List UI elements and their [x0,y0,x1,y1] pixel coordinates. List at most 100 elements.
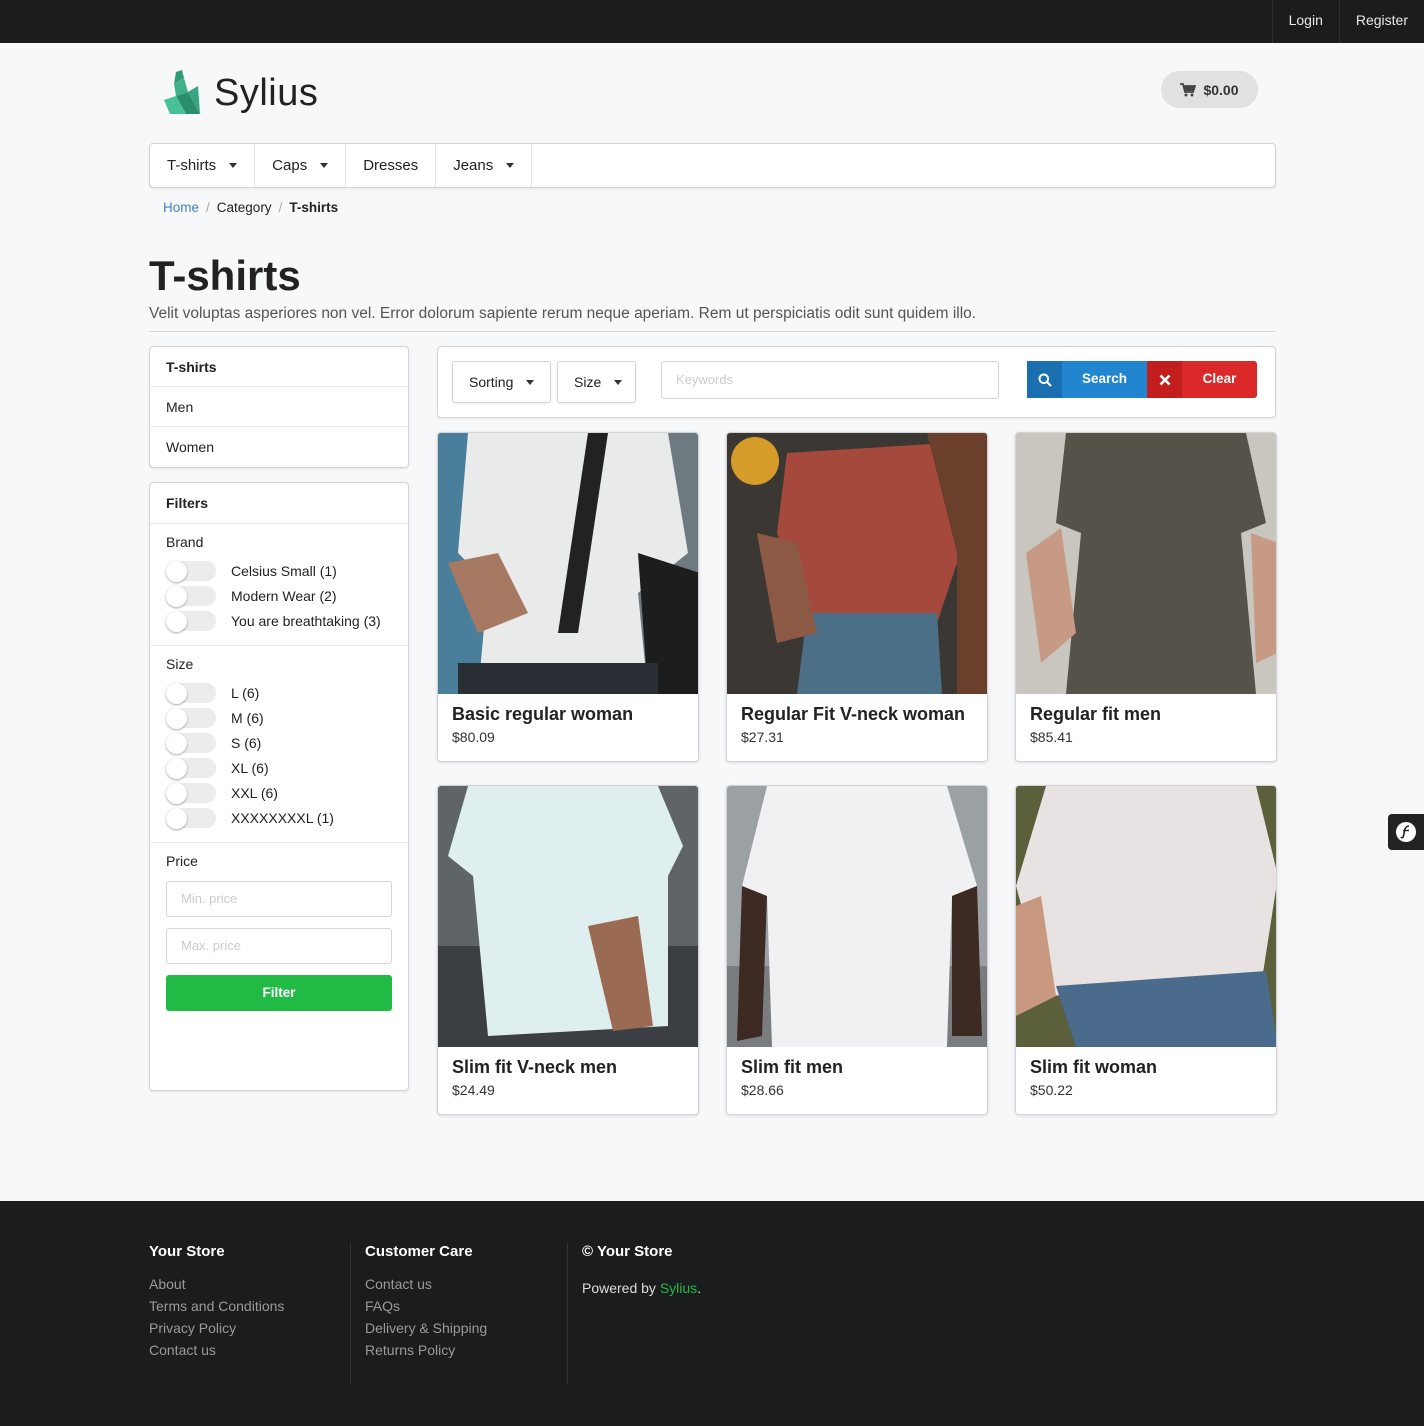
register-link[interactable]: Register [1338,0,1424,43]
size-toggle[interactable]: XXXXXXXXL (1) [166,801,392,834]
filter-button[interactable]: Filter [166,975,392,1011]
product-card[interactable]: Regular fit men $85.41 [1015,432,1277,762]
product-card[interactable]: Slim fit V-neck men $24.49 [437,785,699,1115]
toggle-switch[interactable] [166,585,216,607]
toggle-switch[interactable] [166,757,216,779]
toggle-switch[interactable] [166,807,216,829]
product-price: $50.22 [1030,1082,1073,1098]
filters-heading: Filters [150,483,408,524]
breadcrumb-current: T-shirts [289,200,339,215]
product-name[interactable]: Basic regular woman [452,704,633,725]
category-item-men[interactable]: Men [150,387,408,427]
footer: Your Store About Terms and Conditions Pr… [0,1201,1424,1426]
footer-heading: Customer Care [365,1243,473,1260]
breadcrumb-separator: / [278,200,283,215]
footer-divider [350,1243,351,1384]
breadcrumb-separator: / [206,200,210,215]
breadcrumb: Home / Category / T-shirts [163,200,338,215]
breadcrumb-home[interactable]: Home [163,200,199,215]
product-image[interactable] [727,786,988,1047]
max-price-input[interactable]: Max. price [166,928,392,964]
breadcrumb-category: Category [216,200,272,215]
product-price: $28.66 [741,1082,784,1098]
category-item-women[interactable]: Women [150,427,408,467]
brand-filter-title: Brand [166,534,204,550]
footer-heading: © Your Store [582,1243,673,1260]
footer-link-contact[interactable]: Contact us [149,1339,284,1361]
keywords-input[interactable]: Keywords [661,361,999,399]
logo[interactable]: Sylius [162,70,318,116]
product-card[interactable]: Slim fit men $28.66 [726,785,988,1115]
product-name[interactable]: Slim fit V-neck men [452,1057,617,1078]
footer-column-copyright: © Your Store Powered by Sylius. [582,1243,701,1296]
footer-column-care: Customer Care Contact us FAQs Delivery &… [365,1243,487,1361]
brand-name: Sylius [214,71,319,114]
chevron-down-icon [320,163,329,168]
chevron-down-icon [229,163,238,168]
powered-by: Powered by Sylius. [582,1280,702,1296]
footer-link-faqs[interactable]: FAQs [365,1295,487,1317]
product-price: $27.31 [741,729,784,745]
product-image[interactable] [438,433,699,694]
product-image[interactable] [1016,433,1277,694]
footer-link-contact[interactable]: Contact us [365,1273,487,1295]
toggle-switch[interactable] [166,560,216,582]
product-card[interactable]: Slim fit woman $50.22 [1015,785,1277,1115]
product-name[interactable]: Regular Fit V-neck woman [741,704,965,725]
menu-item-dresses[interactable]: Dresses [346,144,437,187]
toggle-switch[interactable] [166,610,216,632]
footer-link-delivery[interactable]: Delivery & Shipping [365,1317,487,1339]
product-name[interactable]: Regular fit men [1030,704,1161,725]
toggle-switch[interactable] [166,682,216,704]
category-menu: T-shirts Men Women [149,346,409,468]
footer-column-store: Your Store About Terms and Conditions Pr… [149,1243,284,1361]
search-button[interactable]: Search [1027,361,1147,398]
menu-item-tshirts[interactable]: T-shirts [150,144,256,187]
footer-link-returns[interactable]: Returns Policy [365,1339,487,1361]
product-image[interactable] [1016,786,1277,1047]
product-card[interactable]: Regular Fit V-neck woman $27.31 [726,432,988,762]
cart-icon [1180,82,1197,96]
toggle-switch[interactable] [166,782,216,804]
sylius-logo-icon [164,70,200,114]
chevron-down-icon [614,379,623,385]
cart-total: $0.00 [1203,81,1239,98]
login-link[interactable]: Login [1271,0,1339,43]
sylius-link[interactable]: Sylius [660,1280,697,1296]
footer-heading: Your Store [149,1243,225,1260]
min-price-input[interactable]: Min. price [166,881,392,917]
footer-link-about[interactable]: About [149,1273,284,1295]
size-filter-title: Size [166,656,194,672]
menu-item-caps[interactable]: Caps [255,144,347,187]
toggle-switch[interactable] [166,732,216,754]
account-links: Login Register [1271,0,1424,43]
filters-panel: Filters Brand Celsius Small (1) Modern W… [149,482,409,1091]
product-price: $85.41 [1030,729,1073,745]
product-image[interactable] [727,433,988,694]
size-dropdown[interactable]: Size [557,361,636,403]
chevron-down-icon [506,163,515,168]
search-icon [1027,361,1062,398]
footer-link-privacy[interactable]: Privacy Policy [149,1317,284,1339]
category-item-tshirts[interactable]: T-shirts [150,347,408,387]
product-price: $24.49 [452,1082,495,1098]
product-price: $80.09 [452,729,495,745]
product-card[interactable]: Basic regular woman $80.09 [437,432,699,762]
product-name[interactable]: Slim fit men [741,1057,843,1078]
product-name[interactable]: Slim fit woman [1030,1057,1157,1078]
price-filter-title: Price [166,853,198,869]
divider [149,331,1276,332]
brand-toggle[interactable]: You are breathtaking (3) [166,604,392,637]
toggle-switch[interactable] [166,707,216,729]
cart-button[interactable]: $0.00 [1161,71,1258,108]
page-title: T-shirts [149,252,301,299]
price-filter: Price Min. price Max. price Filter [150,843,408,1019]
sorting-dropdown[interactable]: Sorting [452,361,551,403]
product-image[interactable] [438,786,699,1047]
chevron-down-icon [526,379,535,385]
symfony-toolbar-toggle[interactable] [1388,814,1424,850]
clear-button[interactable]: Clear [1147,361,1257,398]
footer-link-terms[interactable]: Terms and Conditions [149,1295,284,1317]
footer-divider [567,1243,568,1384]
menu-item-jeans[interactable]: Jeans [436,144,533,187]
